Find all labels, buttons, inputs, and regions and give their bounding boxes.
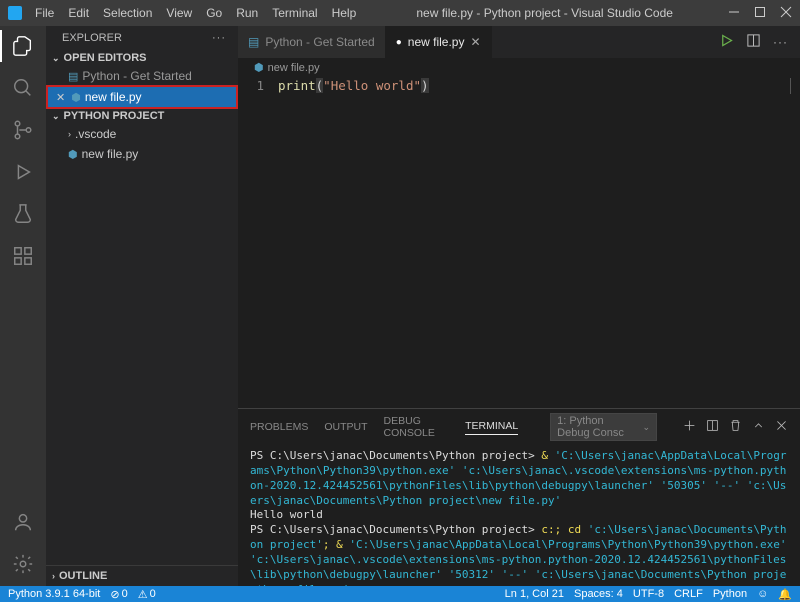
sidebar-more-icon[interactable]: ···: [212, 32, 226, 44]
breadcrumb[interactable]: ⬢ new file.py: [238, 58, 800, 77]
panel-tab-output[interactable]: OUTPUT: [324, 421, 367, 433]
panel-tab-terminal[interactable]: TERMINAL: [465, 420, 518, 435]
status-ln-col[interactable]: Ln 1, Col 21: [505, 588, 564, 600]
search-icon[interactable]: [11, 76, 35, 100]
vscode-icon: [8, 6, 22, 20]
chevron-down-icon: ⌄: [642, 422, 650, 433]
project-label: PYTHON PROJECT: [64, 110, 165, 122]
code-line: print("Hello world"): [278, 78, 429, 408]
status-warnings[interactable]: ⚠ 0: [138, 588, 156, 601]
project-header[interactable]: ⌄ PYTHON PROJECT: [46, 108, 238, 124]
python-file-icon: ⬢: [68, 148, 78, 161]
menu-file[interactable]: File: [30, 6, 59, 20]
settings-gear-icon[interactable]: [11, 552, 35, 576]
window-title: new file.py - Python project - Visual St…: [361, 6, 728, 20]
status-bar: Python 3.9.1 64-bit ⊘ 0 ⚠ 0 Ln 1, Col 21…: [0, 586, 800, 602]
modified-dot-icon: ●: [396, 37, 402, 48]
panel-tabs: PROBLEMS OUTPUT DEBUG CONSOLE TERMINAL 1…: [238, 409, 800, 445]
minimize-icon[interactable]: [728, 6, 740, 21]
terminal-selector[interactable]: 1: Python Debug Consc ⌄: [550, 413, 657, 441]
sidebar-title: EXPLORER: [62, 32, 122, 44]
welcome-icon: ▤: [248, 35, 259, 49]
tab-new-file[interactable]: ● new file.py ✕: [386, 26, 492, 58]
chevron-down-icon: ⌄: [52, 111, 60, 122]
menu-bar: File Edit Selection View Go Run Terminal…: [30, 6, 361, 20]
run-debug-icon[interactable]: [11, 160, 35, 184]
source-control-icon[interactable]: [11, 118, 35, 142]
run-file-icon[interactable]: [719, 33, 734, 51]
welcome-icon: ▤: [68, 70, 78, 83]
status-python-version[interactable]: Python 3.9.1 64-bit: [8, 588, 100, 600]
file-item[interactable]: ⬢ new file.py: [46, 144, 238, 164]
terminal-output[interactable]: PS C:\Users\janac\Documents\Python proje…: [238, 445, 800, 586]
code-editor[interactable]: 1 print("Hello world"): [238, 77, 800, 408]
tab-label: new file.py: [408, 35, 465, 49]
tab-python-get-started[interactable]: ▤ Python - Get Started: [238, 26, 386, 58]
menu-help[interactable]: Help: [327, 6, 362, 20]
open-editor-label: new file.py: [85, 90, 142, 104]
folder-label: .vscode: [75, 127, 116, 141]
editor-more-icon[interactable]: ···: [773, 35, 788, 49]
python-file-icon: ⬢: [254, 61, 264, 74]
menu-terminal[interactable]: Terminal: [267, 6, 322, 20]
extensions-icon[interactable]: [11, 244, 35, 268]
maximize-panel-icon[interactable]: [752, 419, 765, 435]
line-number: 1: [238, 78, 278, 408]
panel-tab-problems[interactable]: PROBLEMS: [250, 421, 308, 433]
outline-label: OUTLINE: [59, 570, 107, 582]
status-eol[interactable]: CRLF: [674, 588, 703, 600]
outline-header[interactable]: › OUTLINE: [46, 565, 238, 586]
file-label: new file.py: [82, 147, 139, 161]
panel-tab-debug-console[interactable]: DEBUG CONSOLE: [384, 415, 450, 439]
breadcrumb-label: new file.py: [268, 62, 320, 74]
menu-go[interactable]: Go: [201, 6, 227, 20]
activity-bar: [0, 26, 46, 586]
chevron-down-icon: ⌄: [52, 53, 60, 64]
accounts-icon[interactable]: [11, 510, 35, 534]
notifications-icon[interactable]: 🔔: [778, 588, 792, 601]
split-terminal-icon[interactable]: [706, 419, 719, 435]
open-editor-label: Python - Get Started: [82, 69, 191, 83]
python-file-icon: ⬢: [71, 91, 81, 104]
menu-selection[interactable]: Selection: [98, 6, 157, 20]
chevron-right-icon: ›: [52, 571, 55, 581]
status-errors[interactable]: ⊘ 0: [110, 588, 127, 601]
open-editor-item[interactable]: ▤ Python - Get Started: [46, 66, 238, 86]
editor-area: ▤ Python - Get Started ● new file.py ✕ ·…: [238, 26, 800, 586]
open-editors-label: OPEN EDITORS: [64, 52, 147, 64]
explorer-icon[interactable]: [11, 34, 35, 58]
tab-label: Python - Get Started: [265, 35, 374, 49]
close-icon[interactable]: [780, 6, 792, 21]
menu-run[interactable]: Run: [231, 6, 263, 20]
sidebar: EXPLORER ··· ⌄ OPEN EDITORS ▤ Python - G…: [46, 26, 238, 586]
titlebar: File Edit Selection View Go Run Terminal…: [0, 0, 800, 26]
tab-close-icon[interactable]: ✕: [470, 35, 480, 49]
folder-item[interactable]: › .vscode: [46, 124, 238, 144]
chevron-right-icon: ›: [68, 129, 71, 139]
close-editor-icon[interactable]: ✕: [56, 91, 65, 104]
testing-icon[interactable]: [11, 202, 35, 226]
new-terminal-icon[interactable]: [683, 419, 696, 435]
bottom-panel: PROBLEMS OUTPUT DEBUG CONSOLE TERMINAL 1…: [238, 408, 800, 586]
kill-terminal-icon[interactable]: [729, 419, 742, 435]
window-controls: [728, 6, 792, 21]
close-panel-icon[interactable]: [775, 419, 788, 435]
highlight-marker: ✕ ⬢ new file.py: [46, 85, 238, 109]
status-encoding[interactable]: UTF-8: [633, 588, 664, 600]
terminal-selector-label: 1: Python Debug Consc: [557, 415, 636, 439]
menu-edit[interactable]: Edit: [63, 6, 94, 20]
open-editor-item-active[interactable]: ✕ ⬢ new file.py: [48, 87, 236, 107]
split-editor-icon[interactable]: [746, 33, 761, 51]
open-editors-header[interactable]: ⌄ OPEN EDITORS: [46, 50, 238, 66]
menu-view[interactable]: View: [161, 6, 197, 20]
maximize-icon[interactable]: [754, 6, 766, 21]
status-spaces[interactable]: Spaces: 4: [574, 588, 623, 600]
editor-tabs: ▤ Python - Get Started ● new file.py ✕ ·…: [238, 26, 800, 58]
status-lang[interactable]: Python: [713, 588, 747, 600]
feedback-icon[interactable]: ☺: [757, 588, 768, 600]
